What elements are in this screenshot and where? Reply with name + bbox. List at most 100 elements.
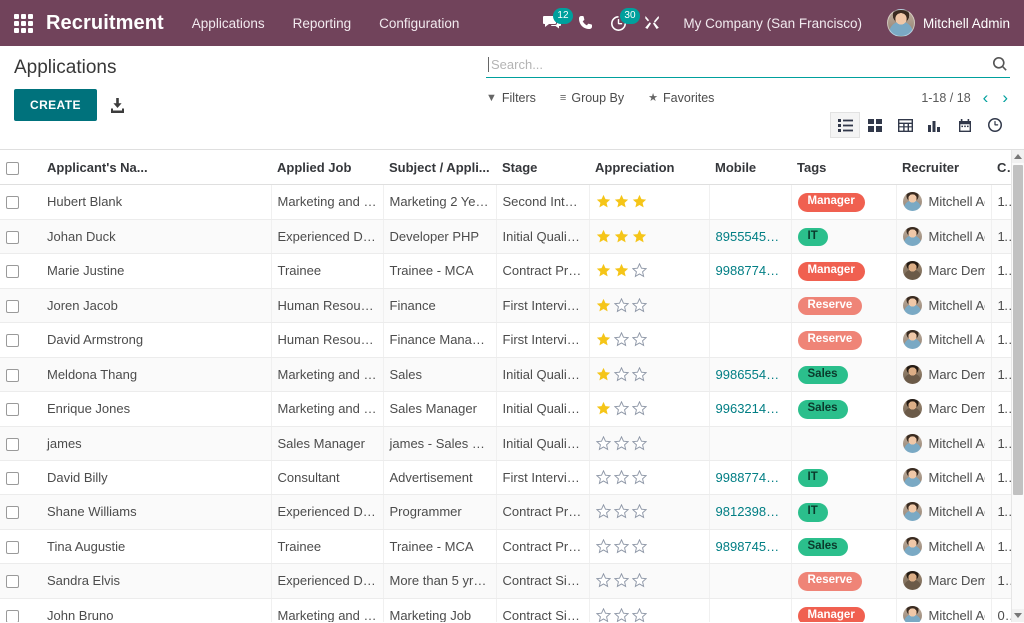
star-icon[interactable]: [614, 504, 629, 519]
star-icon[interactable]: [614, 332, 629, 347]
table-row[interactable]: David ArmstrongHuman Resourc...Finance M…: [0, 323, 1024, 358]
star-icon[interactable]: [632, 436, 647, 451]
mobile-number[interactable]: 998655451...: [716, 367, 792, 382]
star-icon[interactable]: [596, 504, 611, 519]
select-all-checkbox[interactable]: [6, 162, 19, 175]
star-icon[interactable]: [632, 229, 647, 244]
row-checkbox[interactable]: [6, 506, 19, 519]
status-badge[interactable]: IT: [798, 469, 828, 488]
row-checkbox[interactable]: [6, 438, 19, 451]
status-badge[interactable]: Manager: [798, 193, 865, 212]
search-input[interactable]: [488, 57, 992, 72]
groupby-dropdown[interactable]: ≡ Group By: [560, 91, 624, 105]
star-icon[interactable]: [596, 229, 611, 244]
table-row[interactable]: Sandra ElvisExperienced Dev...More than …: [0, 564, 1024, 599]
star-rating[interactable]: [596, 229, 703, 244]
star-icon[interactable]: [596, 608, 611, 622]
activities-clock-icon[interactable]: 30: [610, 15, 627, 32]
status-badge[interactable]: Sales: [798, 400, 848, 419]
row-checkbox[interactable]: [6, 265, 19, 278]
star-icon[interactable]: [632, 194, 647, 209]
pager-next-button[interactable]: ›: [1000, 89, 1010, 106]
menu-item-applications[interactable]: Applications: [192, 16, 265, 31]
table-row[interactable]: David BillyConsultantAdvertisementFirst …: [0, 460, 1024, 495]
star-icon[interactable]: [596, 367, 611, 382]
column-header-subject[interactable]: Subject / Appli...: [383, 150, 496, 185]
star-icon[interactable]: [632, 263, 647, 278]
status-badge[interactable]: Manager: [798, 262, 865, 281]
status-badge[interactable]: Sales: [798, 538, 848, 557]
mobile-number[interactable]: 9812398524...: [716, 504, 792, 519]
row-checkbox[interactable]: [6, 334, 19, 347]
scroll-down-arrow-icon[interactable]: [1012, 609, 1024, 622]
search-icon[interactable]: [992, 56, 1008, 72]
table-row[interactable]: Hubert BlankMarketing and C...Marketing …: [0, 185, 1024, 220]
star-icon[interactable]: [614, 436, 629, 451]
star-rating[interactable]: [596, 401, 703, 416]
star-icon[interactable]: [614, 367, 629, 382]
star-icon[interactable]: [614, 608, 629, 622]
table-row[interactable]: Johan DuckExperienced Dev...Developer PH…: [0, 219, 1024, 254]
status-badge[interactable]: Reserve: [798, 331, 863, 350]
star-icon[interactable]: [596, 436, 611, 451]
row-checkbox[interactable]: [6, 610, 19, 622]
star-rating[interactable]: [596, 298, 703, 313]
column-header-applicant-name[interactable]: Applicant's Na...: [41, 150, 271, 185]
star-icon[interactable]: [614, 401, 629, 416]
star-icon[interactable]: [596, 332, 611, 347]
tools-wrench-icon[interactable]: [644, 15, 660, 31]
scrollbar-thumb[interactable]: [1013, 165, 1023, 495]
star-icon[interactable]: [632, 470, 647, 485]
column-header-recruiter[interactable]: Recruiter: [896, 150, 991, 185]
status-badge[interactable]: IT: [798, 228, 828, 247]
star-icon[interactable]: [632, 298, 647, 313]
row-checkbox[interactable]: [6, 300, 19, 313]
star-rating[interactable]: [596, 332, 703, 347]
star-icon[interactable]: [596, 263, 611, 278]
row-checkbox[interactable]: [6, 472, 19, 485]
row-checkbox[interactable]: [6, 403, 19, 416]
scroll-up-arrow-icon[interactable]: [1012, 150, 1024, 163]
star-rating[interactable]: [596, 436, 703, 451]
table-row[interactable]: Meldona ThangMarketing and C...SalesInit…: [0, 357, 1024, 392]
status-badge[interactable]: Reserve: [798, 572, 863, 591]
favorites-dropdown[interactable]: ★ Favorites: [648, 91, 714, 105]
row-checkbox[interactable]: [6, 196, 19, 209]
mobile-number[interactable]: 8955545: [716, 229, 780, 244]
app-brand-title[interactable]: Recruitment: [46, 12, 164, 35]
table-row[interactable]: jamesSales Managerjames - Sales M...Init…: [0, 426, 1024, 460]
table-row[interactable]: Tina AugustieTraineeTrainee - MCAContrac…: [0, 529, 1024, 564]
star-icon[interactable]: [632, 401, 647, 416]
apps-grid-icon[interactable]: [10, 10, 36, 36]
status-badge[interactable]: Manager: [798, 607, 865, 623]
column-header-applied-job[interactable]: Applied Job: [271, 150, 383, 185]
star-icon[interactable]: [596, 401, 611, 416]
column-header-tags[interactable]: Tags: [791, 150, 896, 185]
star-icon[interactable]: [614, 539, 629, 554]
phone-icon[interactable]: [578, 15, 593, 31]
star-rating[interactable]: [596, 470, 703, 485]
star-rating[interactable]: [596, 573, 703, 588]
filters-dropdown[interactable]: ▼ Filters: [486, 91, 536, 105]
star-icon[interactable]: [614, 298, 629, 313]
vertical-scrollbar[interactable]: [1011, 150, 1024, 622]
column-header-appreciation[interactable]: Appreciation: [589, 150, 709, 185]
table-row[interactable]: Marie JustineTraineeTrainee - MCAContrac…: [0, 254, 1024, 289]
star-icon[interactable]: [614, 229, 629, 244]
messages-icon[interactable]: 12: [543, 15, 561, 31]
table-row[interactable]: Joren JacobHuman Resourc...FinanceFirst …: [0, 288, 1024, 323]
column-header-creation-date[interactable]: Creation Date: [991, 150, 1011, 185]
star-icon[interactable]: [632, 367, 647, 382]
star-icon[interactable]: [614, 194, 629, 209]
mobile-number[interactable]: 9988774455...: [716, 263, 792, 278]
status-badge[interactable]: Reserve: [798, 297, 863, 316]
star-icon[interactable]: [614, 470, 629, 485]
menu-item-configuration[interactable]: Configuration: [379, 16, 459, 31]
create-button[interactable]: CREATE: [14, 89, 97, 121]
table-row[interactable]: Shane WilliamsExperienced Dev...Programm…: [0, 495, 1024, 530]
row-checkbox[interactable]: [6, 369, 19, 382]
status-badge[interactable]: Sales: [798, 366, 848, 385]
table-row[interactable]: Enrique JonesMarketing and C...Sales Man…: [0, 392, 1024, 427]
star-rating[interactable]: [596, 263, 703, 278]
menu-item-reporting[interactable]: Reporting: [293, 16, 352, 31]
